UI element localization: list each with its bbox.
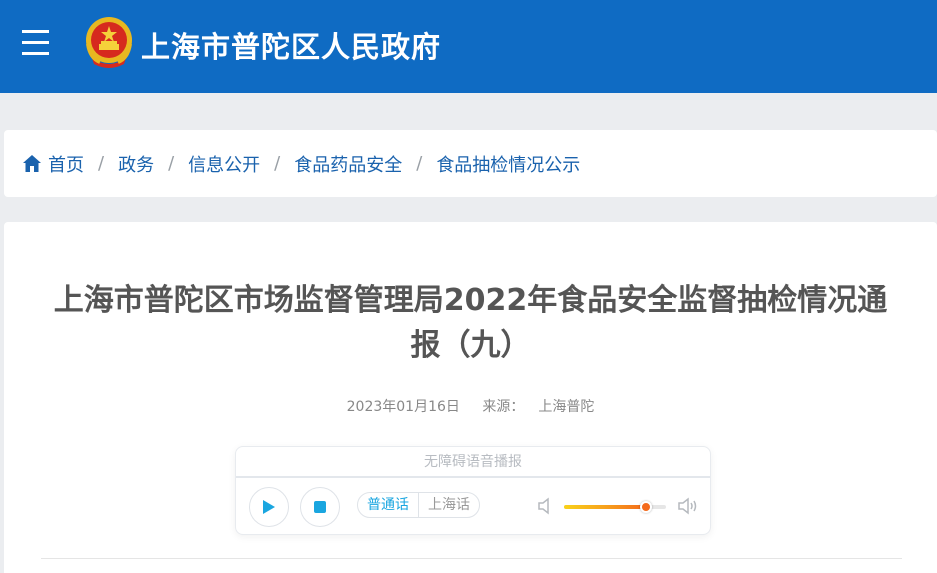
breadcrumb-item-food-drug-safety[interactable]: 食品药品安全 (294, 151, 402, 177)
article-meta: 2023年01月16日 来源： 上海普陀 (4, 396, 937, 416)
breadcrumb-separator: / (98, 153, 105, 174)
breadcrumb-item-home[interactable]: 首页 (22, 151, 84, 177)
volume-low-icon[interactable] (536, 497, 554, 515)
article-title: 上海市普陀区市场监督管理局2022年食品安全监督抽检情况通报（九） (53, 283, 888, 363)
play-button[interactable] (249, 487, 289, 527)
breadcrumb-separator: / (168, 153, 175, 174)
play-icon (263, 500, 275, 514)
breadcrumb-separator: / (416, 153, 423, 174)
breadcrumb-item-food-inspection[interactable]: 食品抽检情况公示 (436, 151, 580, 177)
article-container: 上海市普陀区市场监督管理局2022年食品安全监督抽检情况通报（九） 2023年0… (4, 222, 937, 573)
breadcrumb-separator: / (274, 153, 281, 174)
menu-icon[interactable] (22, 30, 50, 56)
site-title[interactable]: 上海市普陀区人民政府 (141, 24, 441, 66)
breadcrumb-link-info-disclosure[interactable]: 信息公开 (188, 151, 260, 177)
national-emblem-icon[interactable] (84, 14, 134, 70)
tts-player-header: 无障碍语音播报 (236, 447, 710, 478)
site-header: 上海市普陀区人民政府 (0, 0, 937, 93)
breadcrumb-link-home[interactable]: 首页 (48, 151, 84, 177)
content-divider (41, 558, 902, 559)
volume-slider-fill (564, 505, 646, 509)
breadcrumb-link-food-inspection[interactable]: 食品抽检情况公示 (436, 151, 580, 177)
breadcrumb-link-government-affairs[interactable]: 政务 (118, 151, 154, 177)
breadcrumb-item-government-affairs[interactable]: 政务 (118, 151, 154, 177)
article-date: 2023年01月16日 (346, 399, 460, 415)
tts-player: 无障碍语音播报 普通话 上海话 (235, 446, 711, 535)
breadcrumb-link-food-drug-safety[interactable]: 食品药品安全 (294, 151, 402, 177)
stop-icon (314, 501, 326, 513)
volume-slider-knob[interactable] (639, 501, 652, 513)
stop-button[interactable] (300, 487, 340, 527)
volume-slider[interactable] (564, 501, 666, 513)
lang-shanghainese-button[interactable]: 上海话 (418, 493, 479, 517)
volume-high-icon[interactable] (677, 497, 699, 515)
breadcrumb-item-info-disclosure[interactable]: 信息公开 (188, 151, 260, 177)
breadcrumb: 首页 / 政务 / 信息公开 / 食品药品安全 / 食品抽检情况公示 (4, 130, 937, 197)
lang-mandarin-button[interactable]: 普通话 (358, 493, 418, 517)
home-icon (23, 155, 41, 172)
article-source: 上海普陀 (538, 399, 595, 415)
language-toggle: 普通话 上海话 (357, 492, 480, 518)
article-source-label: 来源： (482, 399, 525, 415)
